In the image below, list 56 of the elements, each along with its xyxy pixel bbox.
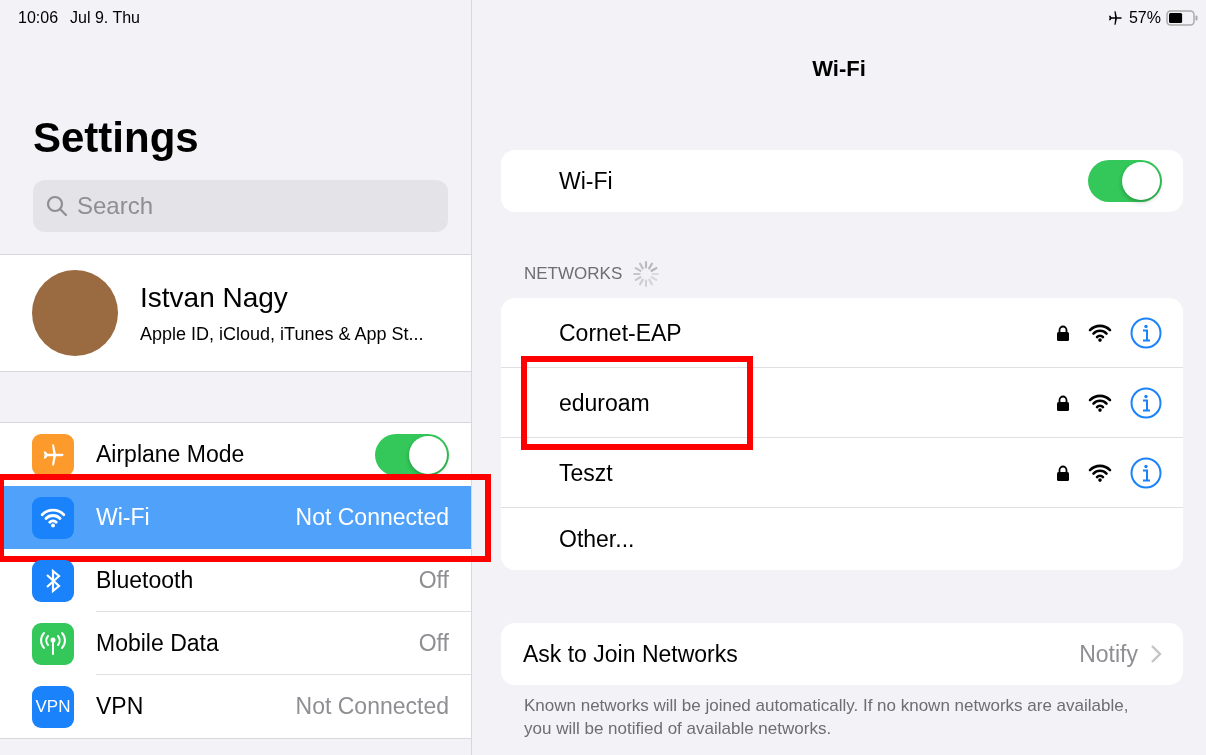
search-field[interactable]: Search <box>33 180 448 232</box>
wifi-icon <box>32 496 74 539</box>
battery-percent: 57% <box>1128 9 1161 27</box>
row-label: Mobile Data <box>96 630 220 657</box>
row-label: VPN <box>96 693 145 720</box>
battery-icon <box>1166 10 1198 26</box>
footer-note: Known networks will be joined automatically. If no known networks are available, you will be notified of available networks. <box>524 695 1130 740</box>
section-header: NETWORKS <box>524 264 623 284</box>
ask-to-join-row[interactable]: Ask to Join Networks Notify <box>501 623 1183 685</box>
row-value: Not Connected <box>295 504 449 531</box>
toggle-switch[interactable] <box>375 433 449 476</box>
wifi-signal-icon <box>1088 393 1112 413</box>
row-value: Off <box>418 567 449 594</box>
wifi-signal-icon <box>1088 463 1112 483</box>
chevron-icon <box>1150 644 1162 664</box>
row-label: Airplane Mode <box>96 441 246 468</box>
row-label: Bluetooth <box>96 567 195 594</box>
row-value: Notify <box>1079 640 1138 668</box>
info-icon[interactable] <box>1130 387 1162 419</box>
network-name: Other... <box>559 525 635 552</box>
network-row[interactable]: Cornet-EAP <box>501 298 1183 368</box>
lock-icon <box>1056 325 1070 341</box>
row-value: Off <box>418 630 449 657</box>
row-label: Wi-Fi <box>96 504 151 531</box>
search-icon <box>45 194 69 218</box>
settings-row[interactable]: Airplane Mode <box>0 423 471 486</box>
settings-row[interactable]: Mobile Data Off <box>0 612 471 675</box>
settings-row[interactable]: VPN VPN Not Connected <box>0 675 471 738</box>
loading-spinner-icon <box>632 260 661 288</box>
bluetooth-icon <box>32 559 74 602</box>
page-title: Wi-Fi <box>812 56 866 82</box>
info-icon[interactable] <box>1130 317 1162 349</box>
airplane-icon <box>32 433 74 476</box>
vpn-icon: VPN <box>32 685 74 728</box>
network-name: Teszt <box>559 459 613 486</box>
network-name: Cornet-EAP <box>559 319 682 346</box>
page-title: Settings <box>33 114 199 162</box>
network-row[interactable]: eduroam <box>501 368 1183 438</box>
status-date: Jul 9. Thu <box>70 9 140 27</box>
wifi-signal-icon <box>1088 323 1112 343</box>
profile-name: Istvan Nagy <box>140 281 288 314</box>
row-label: Ask to Join Networks <box>523 640 738 667</box>
network-name: eduroam <box>559 389 650 416</box>
toggle-switch[interactable] <box>1088 160 1162 202</box>
profile-subtitle: Apple ID, iCloud, iTunes & App St... <box>140 323 424 345</box>
lock-icon <box>1056 395 1070 411</box>
settings-row[interactable]: Bluetooth Off <box>0 549 471 612</box>
row-value: Not Connected <box>295 693 449 720</box>
antenna-icon <box>32 622 74 665</box>
profile-row[interactable]: Istvan Nagy Apple ID, iCloud, iTunes & App St... <box>0 254 471 372</box>
row-label: Wi-Fi <box>559 167 613 194</box>
info-icon[interactable] <box>1130 457 1162 489</box>
status-time: 10:06 <box>18 9 59 27</box>
network-row[interactable]: Teszt <box>501 438 1183 508</box>
network-row[interactable]: Other... <box>501 508 1183 570</box>
lock-icon <box>1056 465 1070 481</box>
